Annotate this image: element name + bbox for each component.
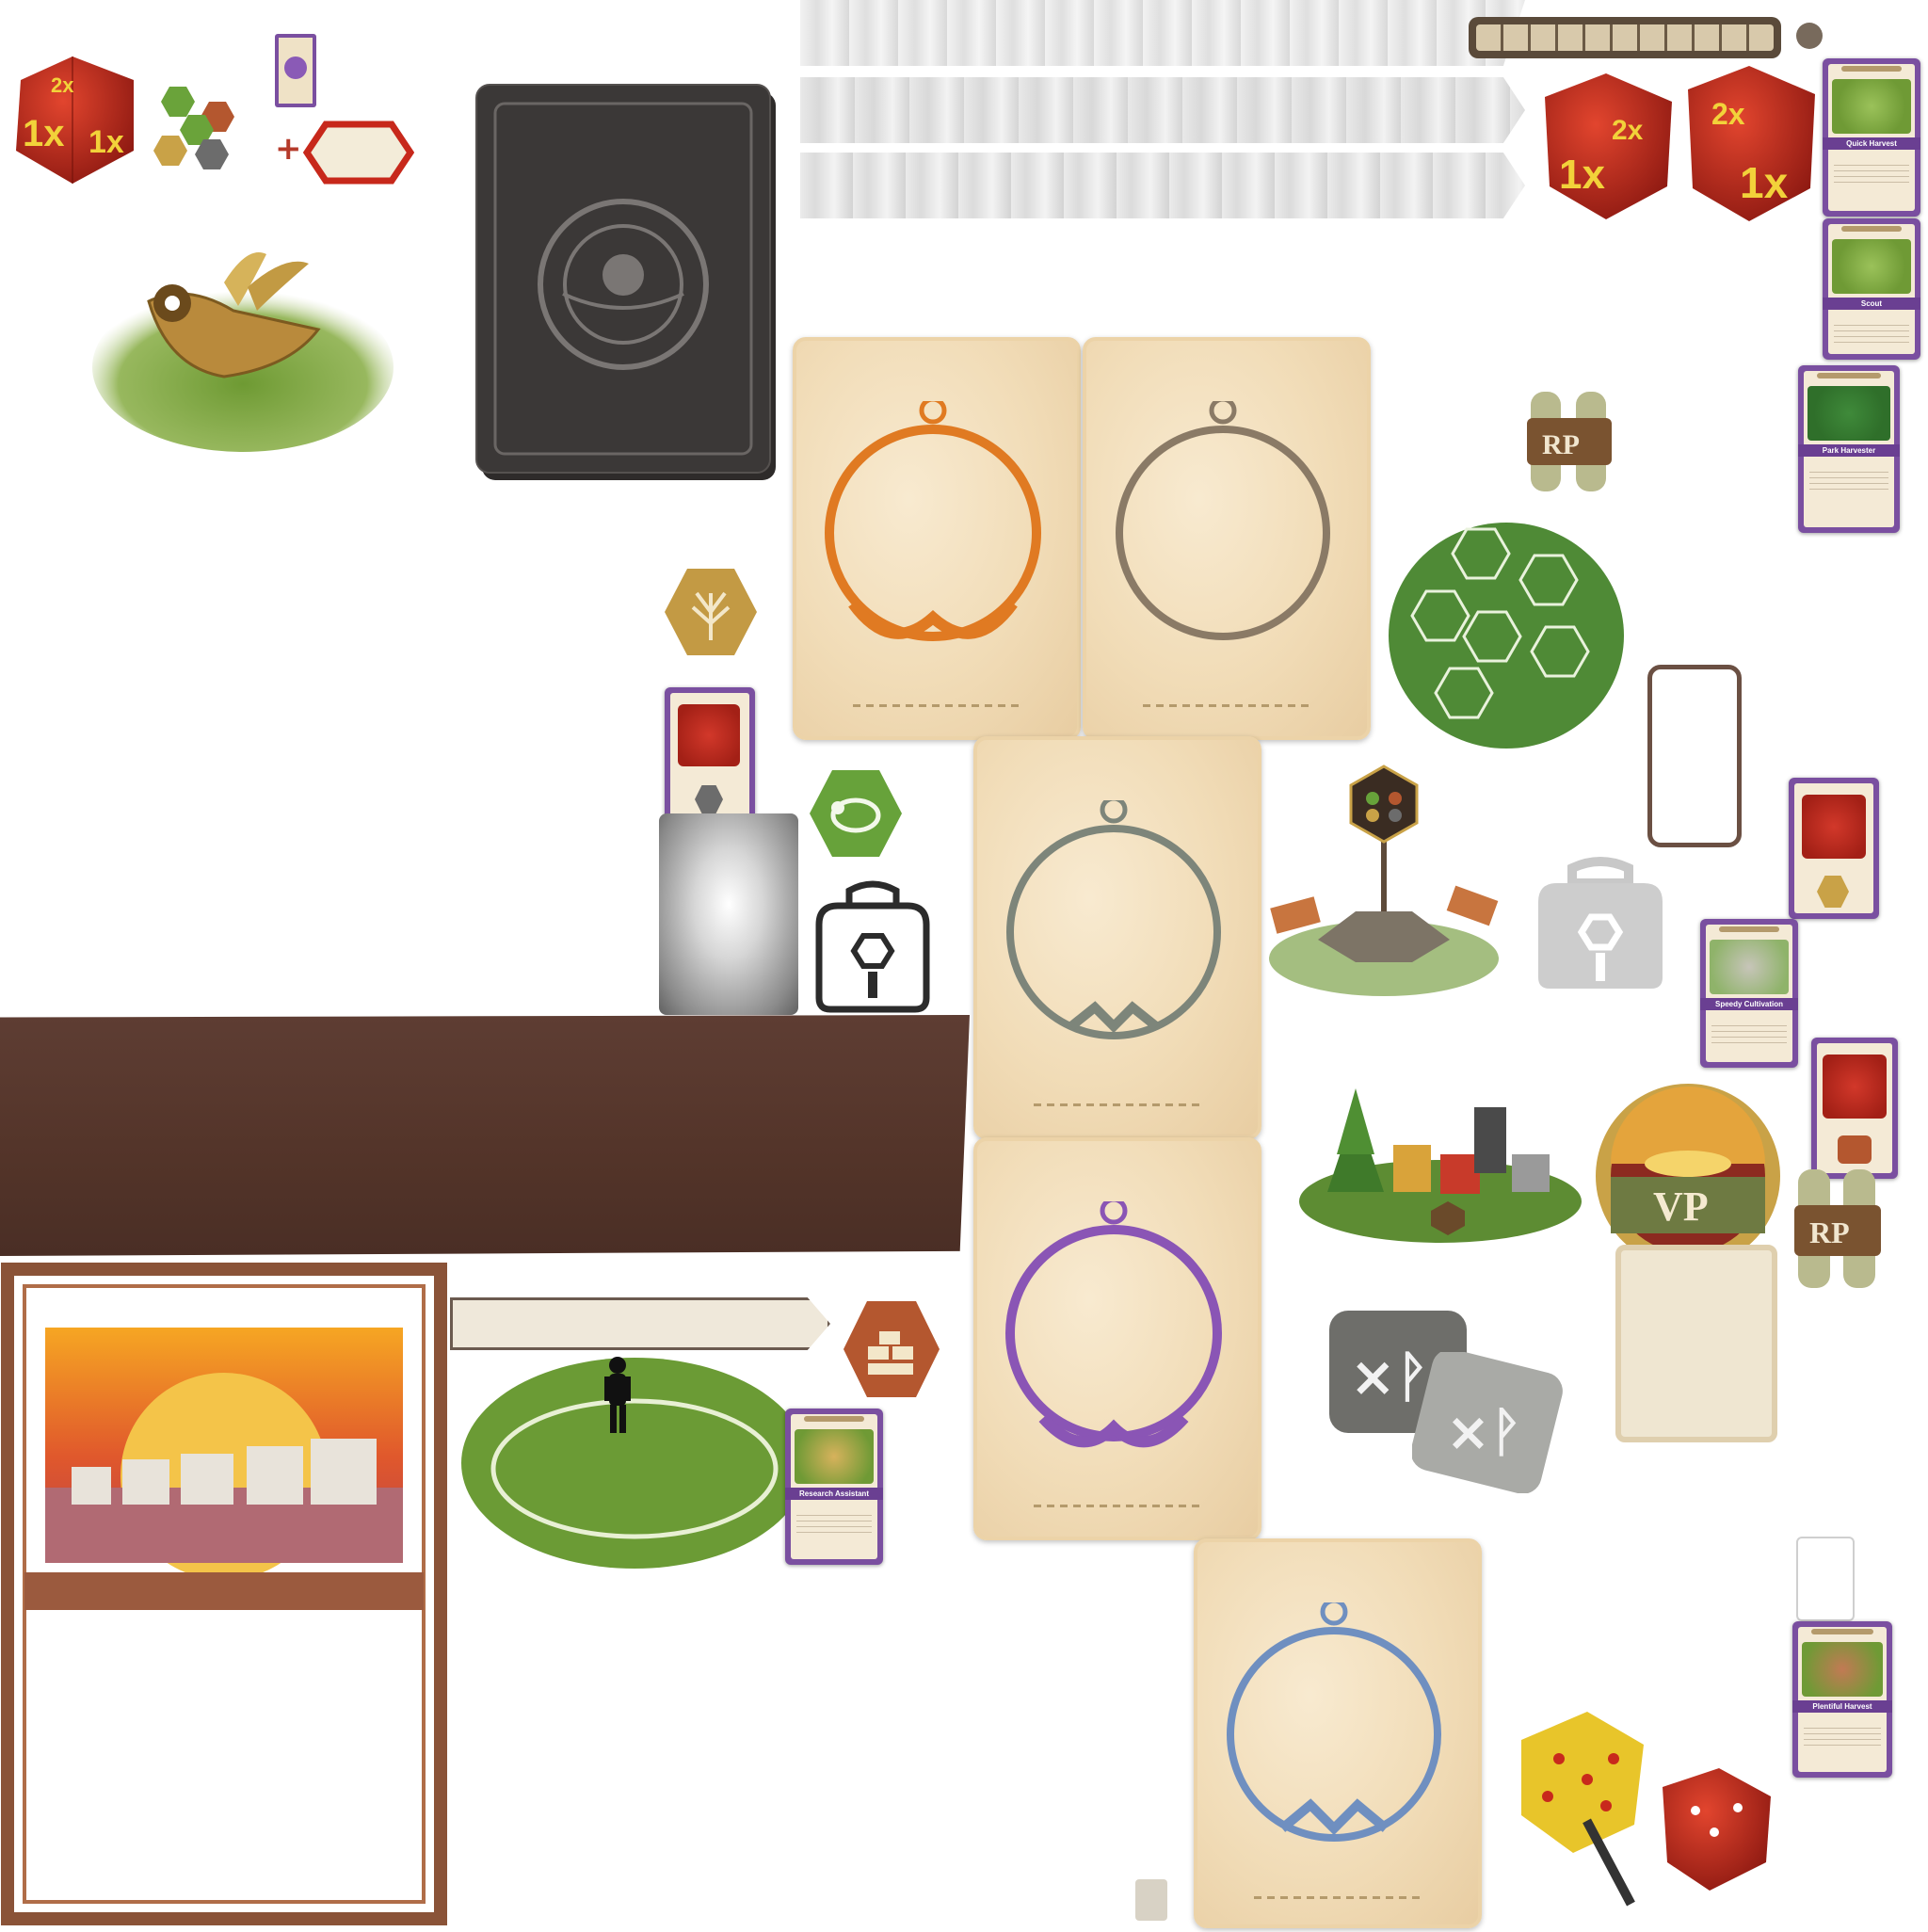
card-title: Speedy Cultivation: [1700, 998, 1798, 1010]
svg-text:2x: 2x: [1612, 115, 1644, 146]
ornate-card-frame: [0, 1260, 448, 1928]
card-title: Plentiful Harvest: [1792, 1700, 1892, 1713]
ring-card-purple[interactable]: [973, 1137, 1261, 1540]
xp-stone-token-light: ×ᚹ: [1410, 1348, 1563, 1494]
svg-text:1x: 1x: [88, 124, 124, 160]
hex-workbench-with-sign: [1261, 761, 1506, 1000]
backpack-icon-gray: [1525, 855, 1676, 992]
svg-text:2x: 2x: [1711, 97, 1745, 131]
mini-card-scout[interactable]: Scout: [1823, 218, 1920, 360]
svg-text:1x: 1x: [23, 113, 65, 154]
rp-scroll-token-1: RP: [1521, 386, 1617, 497]
mini-card-quick-harvest[interactable]: Quick Harvest: [1823, 58, 1920, 217]
red-die-top-right-2: 1x 2x: [1674, 56, 1824, 226]
wooden-bird-on-grass: [83, 226, 403, 452]
segmented-progress-track: [1469, 17, 1781, 58]
card-title: Scout: [1823, 298, 1920, 310]
svg-text:1x: 1x: [1740, 158, 1789, 207]
backpack-icon-outline: [810, 877, 936, 1015]
svg-text:VP: VP: [1653, 1183, 1709, 1230]
green-hex-resource-board: [1384, 508, 1629, 753]
wheat-hex-icon: [661, 565, 761, 659]
gray-texture-strip-2: [800, 77, 1525, 143]
mini-card-speedy-cultivation[interactable]: Speedy Cultivation: [1700, 919, 1798, 1068]
ring-card-brown[interactable]: [1083, 337, 1371, 740]
small-card-thumbnail: [275, 34, 316, 107]
card-title: Park Harvester: [1798, 444, 1900, 457]
ring-card-orange[interactable]: [793, 337, 1081, 740]
plus-sign: +: [275, 130, 302, 168]
mini-card-research-assistant[interactable]: Research Assistant: [785, 1409, 883, 1565]
gray-texture-strip-3: [800, 153, 1525, 218]
mini-card-dice-left: [665, 687, 755, 829]
red-die-top-left: 1x 1x 2x: [2, 47, 143, 188]
gray-texture-strip-1: [800, 0, 1525, 66]
svg-text:×ᚹ: ×ᚹ: [1446, 1402, 1522, 1463]
svg-text:RP: RP: [1542, 429, 1580, 460]
mini-card-dice: [1789, 778, 1879, 919]
small-box-icon: [1135, 1879, 1167, 1921]
progress-marker-dot: [1796, 23, 1823, 49]
card-title: Research Assistant: [785, 1488, 883, 1500]
trees-and-buildings-diorama: [1290, 1051, 1582, 1245]
mini-card-dice-2: [1811, 1038, 1898, 1179]
mini-card-plentiful-harvest[interactable]: Plentiful Harvest: [1792, 1621, 1892, 1778]
resource-hex-cluster: [151, 83, 273, 186]
brick-hex-icon: [840, 1297, 943, 1401]
sheep-hex-icon: [806, 766, 906, 861]
rp-scroll-token-2: RP: [1789, 1164, 1887, 1296]
ring-card-gray-green[interactable]: [973, 736, 1261, 1139]
svg-text:1x: 1x: [1559, 152, 1605, 198]
svg-text:2x: 2x: [51, 73, 74, 97]
svg-text:RP: RP: [1809, 1216, 1850, 1249]
card-title: Quick Harvest: [1823, 137, 1920, 150]
card-deck-back[interactable]: [469, 77, 781, 488]
wood-hex-icon: [161, 87, 195, 117]
ring-card-blue[interactable]: [1194, 1538, 1482, 1928]
red-die-top-right-1: 1x 2x: [1531, 64, 1681, 224]
yellow-and-red-dice-hammer: [1502, 1702, 1785, 1909]
empty-card-frame: [1647, 665, 1742, 847]
empty-hex-tile: [302, 121, 415, 185]
gradient-frame-tile: [659, 813, 798, 1015]
leather-banner-panel: [0, 1015, 970, 1256]
parchment-scroll-blank: [1615, 1245, 1777, 1442]
mini-card-park-harvester[interactable]: Park Harvester: [1798, 365, 1900, 533]
wheat-hex-icon: [153, 136, 187, 166]
grass-circle-with-figure: [456, 1339, 813, 1572]
small-white-card: [1796, 1537, 1855, 1621]
